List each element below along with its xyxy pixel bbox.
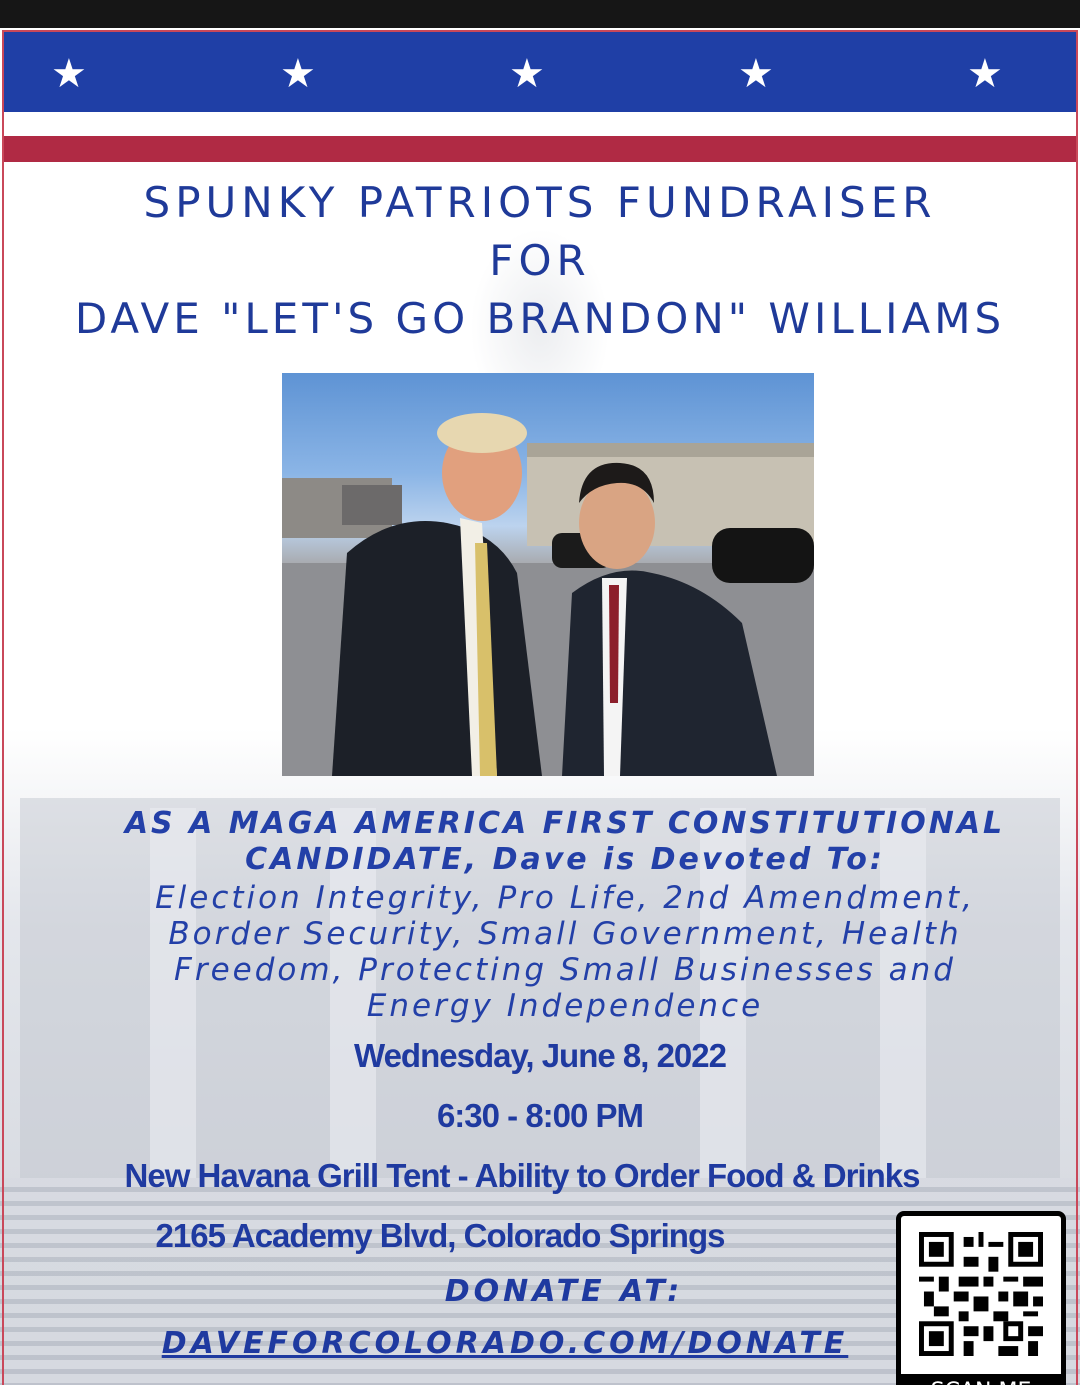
mission-line: Border Security, Small Government, Healt… (168, 916, 962, 952)
event-time: 6:30 - 8:00 PM (436, 1097, 644, 1134)
star-icon: ★ (509, 51, 545, 97)
event-venue: New Havana Grill Tent - Ability to Order… (124, 1157, 921, 1194)
star-icon: ★ (967, 51, 1003, 97)
flag-red-band (4, 136, 1076, 162)
flag-white-band (4, 112, 1076, 136)
mission-line: Energy Independence (366, 988, 764, 1024)
page-title-line-3: DAVE "LET'S GO BRANDON" WILLIAMS (74, 294, 1006, 343)
page-title-line-2: FOR (489, 236, 591, 285)
mission-line: Election Integrity, Pro Life, 2nd Amendm… (155, 880, 975, 916)
star-icon: ★ (738, 51, 774, 97)
flag-blue-band: ★ ★ ★ ★ ★ (4, 32, 1076, 112)
qr-code-icon (919, 1232, 1043, 1356)
photo-illustration (282, 413, 814, 776)
flyer: ★ ★ ★ ★ ★ SPUNKY PATRIOTS FUNDRAISER FOR… (0, 28, 1080, 1385)
status-bar (0, 0, 1080, 28)
donate-link[interactable]: DAVEFORCOLORADO.COM/DONATE (145, 1326, 865, 1362)
qr-code-box[interactable]: SCAN ME (896, 1211, 1066, 1385)
candidate-photo (282, 373, 814, 776)
event-address: 2165 Academy Blvd, Colorado Springs (155, 1217, 726, 1254)
star-icon: ★ (51, 51, 87, 97)
mission-intro: AS A MAGA AMERICA FIRST CONSTITUTIONAL C… (124, 806, 1006, 877)
mission-list: Election Integrity, Pro Life, 2nd Amendm… (80, 880, 1050, 1024)
star-icon: ★ (280, 51, 316, 97)
page-title-line-1: SPUNKY PATRIOTS FUNDRAISER (143, 178, 937, 227)
mission-line: Freedom, Protecting Small Businesses and (174, 952, 956, 988)
qr-label: SCAN ME (901, 1374, 1061, 1385)
event-date: Wednesday, June 8, 2022 (354, 1037, 727, 1074)
